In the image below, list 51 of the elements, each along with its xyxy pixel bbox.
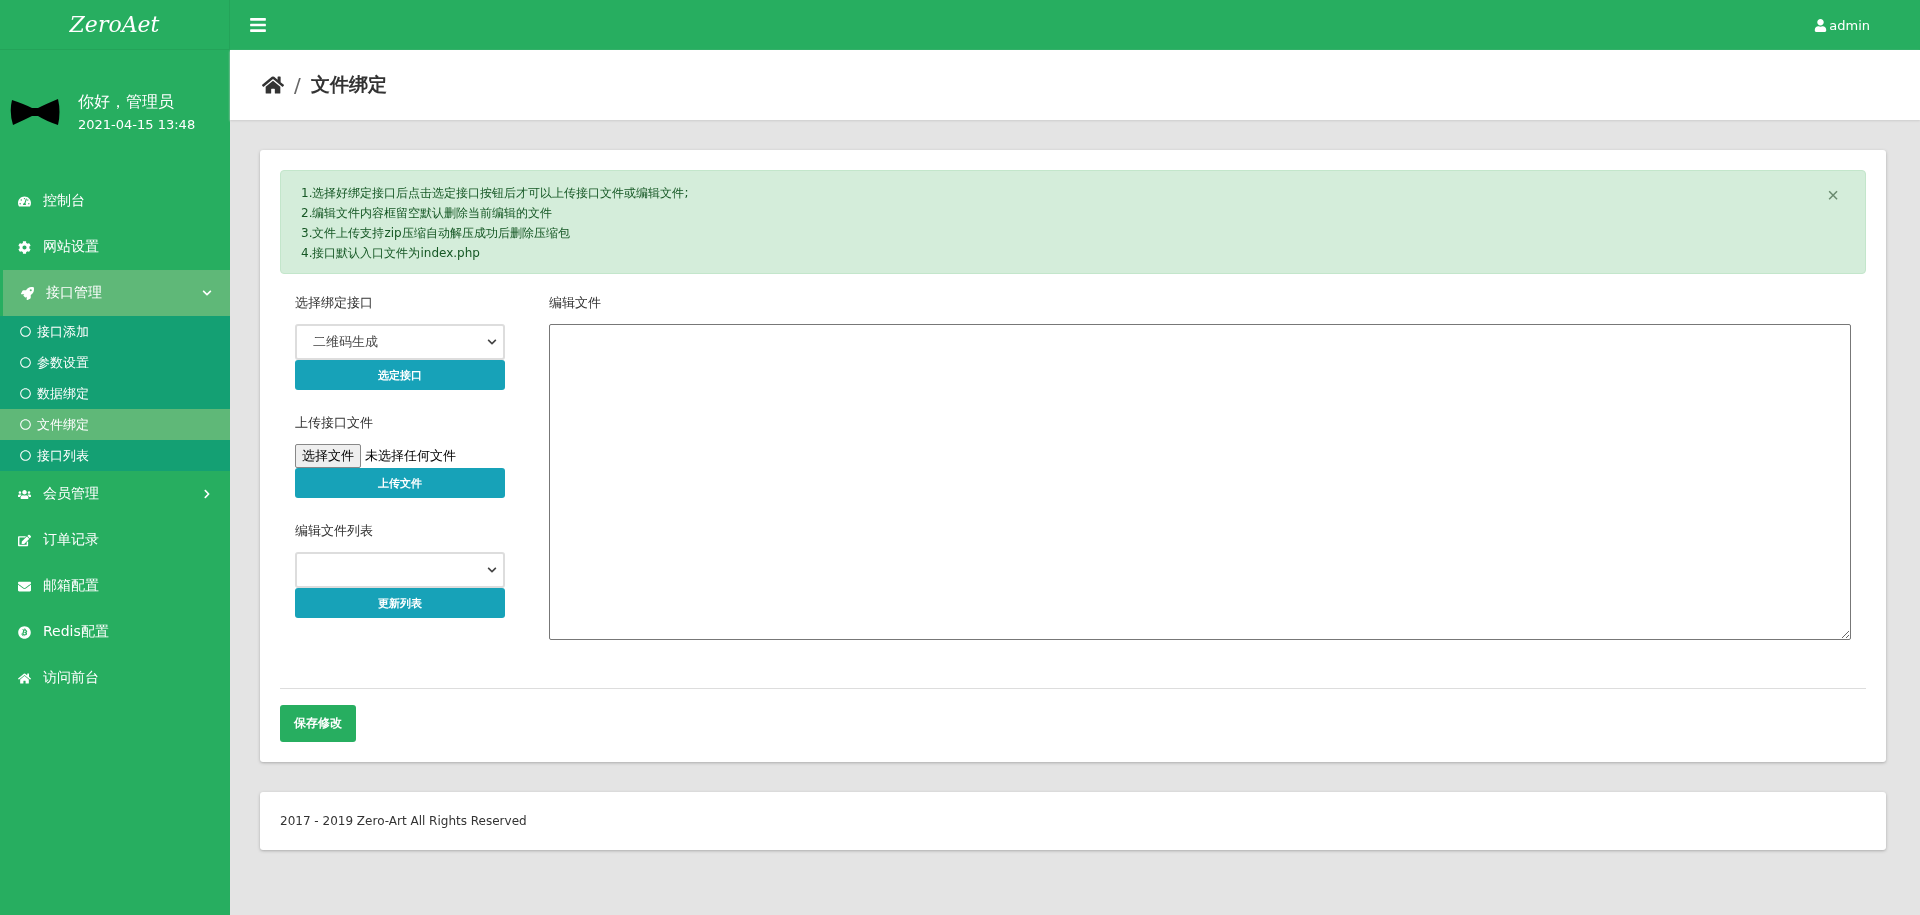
interface-select[interactable]: 二维码生成 (295, 324, 505, 360)
date-time: 2021-04-15 13:48 (78, 117, 196, 132)
submenu-item[interactable]: 接口添加 (0, 316, 230, 347)
menu-item-icon (21, 286, 34, 300)
sidebar-item[interactable]: 会员管理 (0, 471, 230, 517)
alert-line: 1.选择好绑定接口后点击选定接口按钮后才可以上传接口文件或编辑文件; (301, 185, 689, 202)
menu-item-icon (18, 579, 31, 593)
submenu-item[interactable]: 数据绑定 (0, 378, 230, 409)
logo: ZeroAet (69, 12, 160, 37)
menu-item-icon (18, 240, 31, 254)
greeting: 你好，管理员 (78, 92, 175, 113)
user-link[interactable]: admin (1814, 17, 1870, 33)
submenu-item[interactable]: 参数设置 (0, 347, 230, 378)
menu-item-icon (18, 487, 31, 501)
sidebar-item[interactable]: 网站设置 (0, 224, 230, 270)
chevron-icon (202, 288, 212, 298)
choose-file-button[interactable]: 选择文件 (295, 444, 361, 468)
alert-line: 2.编辑文件内容框留空默认删除当前编辑的文件 (301, 205, 553, 222)
page-title: 文件绑定 (310, 72, 387, 97)
save-button[interactable]: 保存修改 (280, 705, 356, 742)
menu-item-icon (18, 625, 31, 639)
bow-tie-icon (10, 96, 60, 128)
home-icon[interactable] (262, 74, 284, 96)
select-interface-button[interactable]: 选定接口 (295, 360, 505, 390)
sidebar-item[interactable]: Redis配置 (0, 609, 230, 655)
alert-line: 3.文件上传支持zip压缩自动解压成功后删除压缩包 (301, 225, 570, 242)
submenu-item[interactable]: 接口列表 (0, 440, 230, 471)
sidebar-item[interactable]: 控制台 (0, 178, 230, 224)
field-label: 上传接口文件 (295, 414, 374, 432)
sidebar-item[interactable]: 订单记录 (0, 517, 230, 563)
caret-icon (487, 337, 497, 347)
alert-line: 4.接口默认入口文件为index.php (301, 245, 480, 262)
footer-text: 2017 - 2019 Zero-Art All Rights Reserved (260, 792, 1886, 850)
menu-item-icon (18, 194, 31, 208)
field-label: 编辑文件 (549, 294, 602, 312)
refresh-list-button[interactable]: 更新列表 (295, 588, 505, 618)
caret-icon (487, 565, 497, 575)
sidebar-item[interactable]: 访问前台 (0, 655, 230, 701)
field-label: 编辑文件列表 (295, 522, 374, 540)
file-status: 未选择任何文件 (365, 447, 456, 465)
sidebar-item[interactable]: 接口管理 (3, 270, 230, 316)
menu-item-icon (18, 533, 31, 547)
upload-button[interactable]: 上传文件 (295, 468, 505, 498)
chevron-icon (202, 489, 212, 499)
breadcrumb-separator: / (294, 73, 301, 97)
menu-item-icon (18, 671, 31, 685)
close-button[interactable]: × (1821, 183, 1845, 208)
submenu-item[interactable]: 文件绑定 (0, 409, 230, 440)
field-label: 选择绑定接口 (295, 294, 374, 312)
user-icon (1814, 18, 1828, 32)
sidebar-item[interactable]: 邮箱配置 (0, 563, 230, 609)
